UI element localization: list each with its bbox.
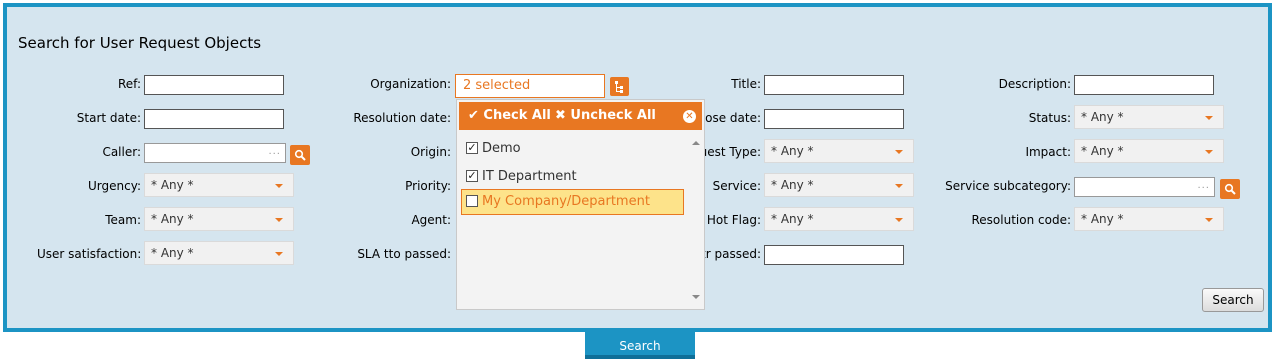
dropdown-header: ✔ Check All ✖ Uncheck All ✕ — [459, 102, 702, 130]
close-icon[interactable]: ✕ — [683, 110, 696, 123]
chevron-down-icon — [275, 252, 283, 256]
title-input[interactable] — [764, 75, 904, 95]
service-subcategory-lookup-dots: ... — [1197, 180, 1210, 191]
organization-label: Organization: — [370, 77, 451, 91]
urgency-label: Urgency: — [88, 179, 141, 193]
search-tab[interactable]: Search — [585, 332, 695, 359]
organization-multiselect[interactable]: 2 selected — [455, 74, 605, 98]
search-form-panel: Search for User Request Objects Ref: Sta… — [3, 3, 1272, 332]
caller-input[interactable]: ... — [144, 143, 286, 163]
scroll-down-icon[interactable] — [692, 295, 700, 299]
resolution-date-label: Resolution date: — [353, 111, 451, 125]
description-label: Description: — [998, 77, 1071, 91]
team-select[interactable]: * Any * — [144, 207, 294, 231]
chevron-down-icon — [275, 184, 283, 188]
dropdown-scrollbar[interactable] — [689, 133, 703, 307]
chevron-down-icon — [895, 218, 903, 222]
service-subcategory-input[interactable]: ... — [1074, 177, 1215, 197]
urgency-value: * Any * — [151, 178, 194, 192]
checkbox-unchecked[interactable] — [466, 194, 478, 207]
status-value: * Any * — [1081, 110, 1124, 124]
tab-shade — [585, 355, 695, 359]
check-all-label: Check All — [483, 108, 551, 123]
service-subcategory-search-button[interactable] — [1220, 179, 1240, 199]
chevron-down-icon — [895, 150, 903, 154]
organization-selected-count: 2 selected — [463, 78, 531, 93]
description-input[interactable] — [1074, 75, 1214, 95]
option-label: My Company/Department — [482, 194, 650, 209]
magnifier-icon — [294, 149, 306, 161]
chevron-down-icon — [275, 218, 283, 222]
caller-label: Caller: — [102, 145, 141, 159]
chevron-down-icon — [1205, 218, 1213, 222]
ref-label: Ref: — [117, 77, 141, 91]
hot-flag-value: * Any * — [771, 212, 814, 226]
origin-label: Origin: — [410, 145, 451, 159]
checkbox-checked[interactable]: ✓ — [466, 169, 478, 182]
sla-tto-passed-label: SLA tto passed: — [357, 247, 451, 261]
resolution-code-label: Resolution code: — [971, 213, 1072, 227]
resolution-code-value: * Any * — [1081, 212, 1124, 226]
uncheck-all-label: Uncheck All — [570, 108, 656, 123]
user-satisfaction-label: User satisfaction: — [37, 247, 142, 261]
search-tab-label: Search — [619, 339, 661, 353]
chevron-down-icon — [1205, 150, 1213, 154]
organization-tree-button[interactable] — [610, 77, 629, 96]
title-label: Title: — [731, 77, 761, 91]
start-date-label: Start date: — [76, 111, 141, 125]
chevron-down-icon — [1205, 116, 1213, 120]
option-label: IT Department — [482, 169, 577, 184]
team-label: Team: — [105, 213, 141, 227]
form-title: Search for User Request Objects — [18, 34, 262, 52]
dropdown-option-it-department[interactable]: ✓ IT Department — [461, 164, 684, 190]
urgency-select[interactable]: * Any * — [144, 173, 294, 197]
impact-select[interactable]: * Any * — [1074, 139, 1224, 163]
impact-label: Impact: — [1025, 145, 1071, 159]
chevron-down-icon — [895, 184, 903, 188]
request-type-select[interactable]: * Any * — [764, 139, 914, 163]
service-select[interactable]: * Any * — [764, 173, 914, 197]
status-label: Status: — [1028, 111, 1071, 125]
search-button[interactable]: Search — [1202, 288, 1264, 312]
organization-dropdown: ✔ Check All ✖ Uncheck All ✕ ✓ Demo ✓ IT De… — [456, 99, 705, 310]
option-label: Demo — [482, 141, 521, 156]
uncheck-all-button[interactable]: ✖ Uncheck All — [555, 108, 656, 123]
dropdown-option-my-company[interactable]: My Company/Department — [461, 189, 684, 215]
hierarchy-icon — [615, 81, 623, 93]
service-value: * Any * — [771, 178, 814, 192]
resolution-code-select[interactable]: * Any * — [1074, 207, 1224, 231]
scroll-up-icon[interactable] — [692, 141, 700, 145]
caller-search-button[interactable] — [290, 145, 310, 165]
start-date-input[interactable] — [144, 109, 284, 129]
hot-flag-select[interactable]: * Any * — [764, 207, 914, 231]
agent-label: Agent: — [411, 213, 451, 227]
check-all-button[interactable]: ✔ Check All — [468, 108, 551, 123]
priority-label: Priority: — [405, 179, 451, 193]
close-date-input[interactable] — [764, 109, 904, 129]
impact-value: * Any * — [1081, 144, 1124, 158]
ref-input[interactable] — [144, 75, 284, 95]
dropdown-option-demo[interactable]: ✓ Demo — [461, 136, 684, 162]
magnifier-icon — [1224, 183, 1236, 195]
sla-ttr-passed-input[interactable] — [764, 245, 904, 265]
status-select[interactable]: * Any * — [1074, 105, 1224, 129]
caller-lookup-dots: ... — [268, 146, 281, 157]
user-satisfaction-value: * Any * — [151, 246, 194, 260]
request-type-value: * Any * — [771, 144, 814, 158]
checkbox-checked[interactable]: ✓ — [466, 141, 478, 154]
team-value: * Any * — [151, 212, 194, 226]
user-satisfaction-select[interactable]: * Any * — [144, 241, 294, 265]
service-subcategory-label: Service subcategory: — [945, 179, 1071, 193]
